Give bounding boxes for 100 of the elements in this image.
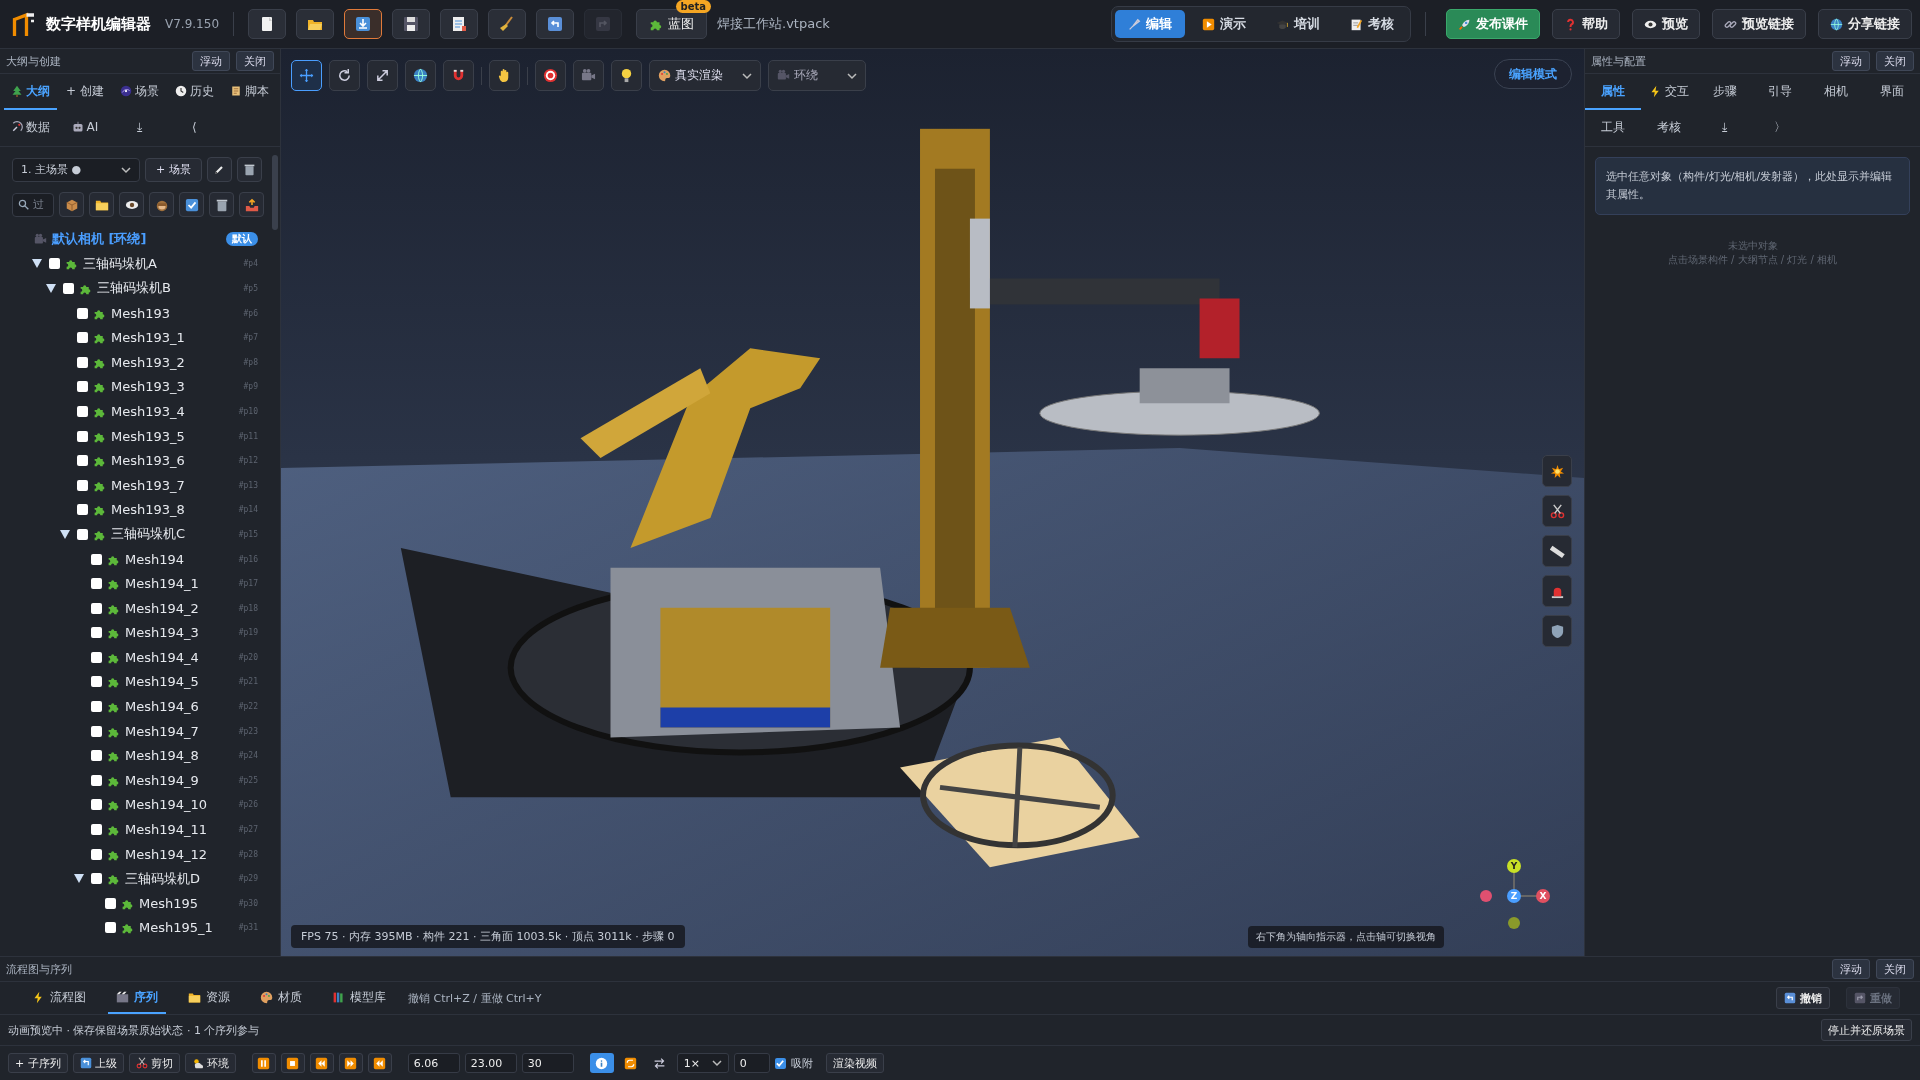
magnet-tool-button[interactable] — [443, 60, 474, 91]
rewind-button[interactable] — [367, 1053, 392, 1073]
tree-item[interactable]: Mesh193_6 — [111, 453, 185, 469]
speed-select[interactable]: 1× — [676, 1053, 729, 1073]
burst-button[interactable] — [1542, 455, 1572, 487]
globe-tool-button[interactable] — [405, 60, 436, 91]
time-field[interactable]: 6.06 — [407, 1053, 460, 1073]
monkey-button[interactable] — [149, 192, 174, 217]
panel-tab[interactable]: 材质 — [252, 982, 310, 1014]
checkbox[interactable] — [77, 504, 88, 516]
panel-tab[interactable]: 序列 — [108, 982, 166, 1014]
checkbox[interactable] — [91, 701, 102, 713]
file-button[interactable] — [248, 9, 286, 39]
tree-item[interactable]: Mesh194_2 — [125, 600, 199, 616]
render-mode-select[interactable]: 真实渲染 — [649, 60, 761, 91]
3d-scene-drawing[interactable] — [281, 49, 1584, 956]
panel-tab[interactable]: 引导 — [1752, 74, 1809, 110]
add-scene-button[interactable]: + 场景 — [145, 157, 202, 182]
checkbox[interactable] — [63, 283, 74, 294]
scissors-button[interactable] — [1542, 495, 1572, 527]
tree-item[interactable]: Mesh194_8 — [125, 748, 199, 764]
scale-tool-button[interactable] — [367, 60, 398, 91]
lightbulb-tool-button[interactable] — [611, 60, 642, 91]
undo-button[interactable] — [536, 9, 574, 39]
tree-item[interactable]: Mesh194_1 — [125, 576, 199, 592]
panel-tab[interactable]: 脚本 — [222, 74, 276, 110]
tree-item[interactable]: Mesh195 — [139, 895, 199, 911]
panel-tab[interactable]: 考核 — [1640, 110, 1697, 146]
checkbox[interactable] — [77, 479, 88, 491]
checkbox[interactable] — [91, 774, 102, 786]
panel-tab[interactable]: 数据 — [4, 110, 57, 146]
panel-tab[interactable]: 相机 — [1808, 74, 1865, 110]
folder-button[interactable] — [89, 192, 114, 217]
caret-icon[interactable] — [74, 874, 84, 884]
panel-tab[interactable]: 场景 — [112, 74, 166, 110]
panel-tab[interactable]: ⤓ — [112, 110, 166, 146]
checkbox[interactable] — [77, 356, 88, 368]
offset-field[interactable]: 0 — [733, 1053, 770, 1073]
sequence-nav-button[interactable]: + 子序列 — [8, 1053, 68, 1073]
tree-item[interactable]: Mesh193 — [111, 305, 171, 321]
eye-button[interactable] — [119, 192, 144, 217]
tree-item[interactable]: Mesh193_7 — [111, 477, 185, 493]
tree-item[interactable]: Mesh193_8 — [111, 502, 185, 518]
panel-tab[interactable]: 历史 — [167, 74, 221, 110]
caret-icon[interactable] — [60, 529, 70, 539]
panel-tab[interactable]: 工具 — [1585, 110, 1641, 146]
camera-tool-button[interactable] — [573, 60, 604, 91]
panel-tab[interactable]: + 创建 — [59, 74, 111, 110]
siren-button[interactable] — [1542, 575, 1572, 607]
sequence-nav-button[interactable]: 上级 — [72, 1053, 124, 1073]
checkbox[interactable] — [91, 725, 102, 737]
panel-tab[interactable]: 交互 — [1640, 74, 1697, 110]
sequence-nav-button[interactable]: 剪切 — [128, 1053, 180, 1073]
mode-tab[interactable]: 演示 — [1189, 10, 1259, 38]
checkbox[interactable] — [77, 430, 88, 442]
checkbox[interactable] — [77, 307, 88, 319]
tree-item[interactable]: Mesh193_1 — [111, 330, 185, 346]
checkbox[interactable] — [91, 602, 102, 614]
filter-field[interactable]: 过 — [12, 192, 54, 217]
tree-item[interactable]: Mesh194_10 — [125, 797, 208, 813]
trash-button[interactable] — [209, 192, 234, 217]
caret-icon[interactable] — [46, 284, 56, 293]
float-button[interactable]: 浮动 — [1832, 51, 1870, 71]
time-field[interactable]: 30 — [521, 1053, 574, 1073]
tree-item[interactable]: Mesh194_6 — [125, 699, 199, 715]
tree-item[interactable]: Mesh194_4 — [125, 649, 199, 665]
blueprint-button[interactable]: 蓝图 — [636, 9, 707, 39]
hand-tool-button[interactable] — [489, 60, 520, 91]
float-button[interactable]: 浮动 — [192, 51, 230, 71]
scene-select[interactable]: 1. 主场景 ● — [12, 157, 140, 182]
checkbox[interactable] — [91, 651, 102, 663]
broom-button[interactable] — [488, 9, 526, 39]
tree-item[interactable]: Mesh194 — [125, 551, 185, 567]
checkbox-button[interactable] — [179, 192, 204, 217]
floppy-disk-button[interactable] — [392, 9, 430, 39]
close-button[interactable]: 关闭 — [236, 51, 274, 71]
snap-checkbox[interactable] — [774, 1057, 786, 1069]
checkbox[interactable] — [91, 578, 102, 590]
delete-button[interactable] — [236, 157, 262, 182]
float-button[interactable]: 浮动 — [1832, 959, 1870, 979]
checkbox[interactable] — [91, 750, 102, 762]
tree-item[interactable]: Mesh194_7 — [125, 723, 199, 739]
tree-item[interactable]: Mesh193_3 — [111, 379, 185, 395]
download-button[interactable] — [344, 9, 382, 39]
tree-item[interactable]: 三轴码垛机A — [83, 254, 157, 273]
panel-tab[interactable]: AI — [59, 110, 111, 146]
folder-button[interactable] — [296, 9, 334, 39]
stop-button[interactable] — [280, 1053, 305, 1073]
mode-tab[interactable]: 考核 — [1337, 10, 1407, 38]
checkbox[interactable] — [91, 824, 102, 836]
panel-tab[interactable]: 步骤 — [1696, 74, 1753, 110]
render-video-button[interactable]: 渲染视频 — [825, 1053, 884, 1073]
tree-item[interactable]: Mesh193_5 — [111, 428, 185, 444]
checkbox[interactable] — [77, 332, 88, 344]
checkbox[interactable] — [91, 676, 102, 688]
checkbox[interactable] — [77, 455, 88, 467]
tree-item[interactable]: 三轴码垛机D — [125, 869, 200, 888]
panel-tab[interactable]: 资源 — [180, 982, 238, 1014]
checkbox[interactable] — [91, 848, 102, 860]
camera-mode-select[interactable]: 环绕 — [768, 60, 866, 91]
